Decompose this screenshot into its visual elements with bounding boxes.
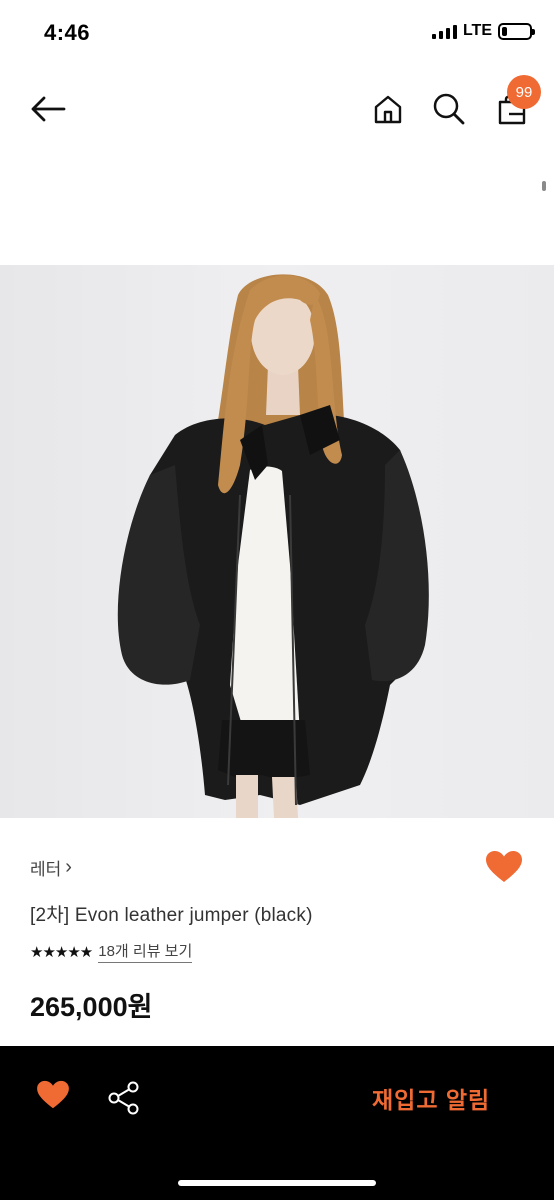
back-button[interactable] [26,87,70,131]
product-title: [2차] Evon leather jumper (black) [30,905,313,926]
cart-count-badge: 99 [507,75,541,109]
cellular-signal-icon [431,23,457,39]
arrow-left-icon [31,96,66,122]
search-button[interactable] [427,87,471,131]
share-icon [108,1081,139,1115]
top-nav [0,75,554,145]
heart-icon [37,1080,69,1109]
battery-icon [498,22,535,40]
restock-notification-button[interactable]: 재입고 알림 [372,1081,490,1115]
battery-level [502,26,508,36]
product-price: 265,000원 [30,992,153,1022]
product-photo [117,274,429,818]
status-bar: 4:46 LTE [0,0,554,70]
status-time: 4:46 [44,20,91,45]
home-button[interactable] [366,87,410,131]
wishlist-button[interactable] [485,850,523,884]
home-icon [374,95,402,124]
heart-icon [486,851,522,882]
scroll-indicator [542,181,546,191]
share-button[interactable] [106,1080,142,1116]
bottom-wishlist-button[interactable] [36,1080,70,1110]
search-icon [433,93,465,125]
rating-row: ★★★★★ 18개 리뷰 보기 [30,940,193,963]
product-image-carousel[interactable] [0,265,554,818]
brand-name: 레터 [30,860,62,879]
chevron-right-icon: › [65,856,72,878]
review-link[interactable]: 18개 리뷰 보기 [98,940,193,963]
rating-stars: ★★★★★ [30,943,93,961]
home-indicator [178,1180,376,1186]
bottom-action-bar: 재입고 알림 [0,1046,554,1200]
brand-link[interactable]: 레터 › [30,855,72,880]
network-type: LTE [462,22,492,39]
status-indicators: LTE [431,22,535,40]
